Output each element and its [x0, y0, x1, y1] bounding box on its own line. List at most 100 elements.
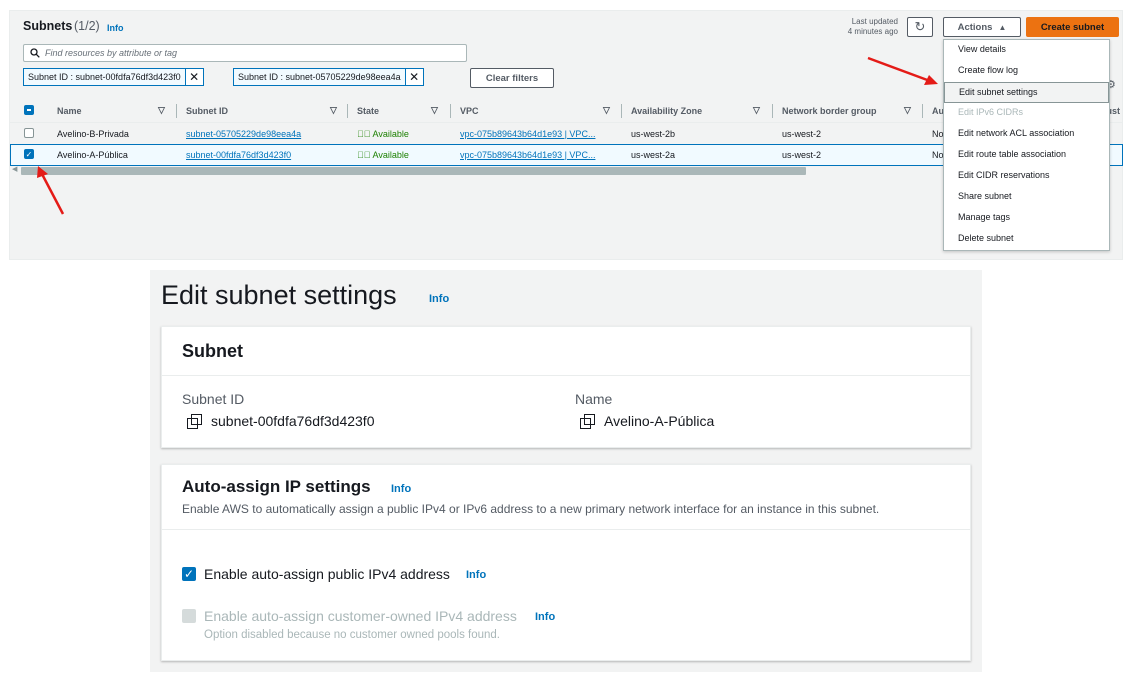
- state-label: Available: [372, 129, 409, 139]
- column-header-network-border-group[interactable]: Network border group: [782, 106, 877, 116]
- menu-item-view-details[interactable]: View details: [944, 40, 1109, 61]
- menu-item-delete-subnet[interactable]: Delete subnet: [944, 229, 1109, 250]
- column-divider: [621, 104, 622, 118]
- clear-filters-button[interactable]: Clear filters: [470, 68, 554, 88]
- menu-item-edit-network-acl[interactable]: Edit network ACL association: [944, 124, 1109, 145]
- menu-item-edit-cidr-reservations[interactable]: Edit CIDR reservations: [944, 166, 1109, 187]
- sort-icon[interactable]: ▽: [904, 105, 911, 116]
- column-header-az[interactable]: Availability Zone: [631, 106, 702, 116]
- column-header-vpc[interactable]: VPC: [460, 106, 479, 116]
- cell-auto-assign: No: [932, 150, 944, 160]
- cell-state: ✓⃝ Available: [357, 129, 409, 139]
- cell-network-border-group: us-west-2: [782, 129, 822, 139]
- edit-subnet-settings-panel: Edit subnet settings Info Subnet Subnet …: [150, 270, 982, 672]
- customer-ipv4-label: Enable auto-assign customer-owned IPv4 a…: [204, 608, 517, 624]
- sort-icon[interactable]: ▽: [603, 105, 610, 116]
- menu-item-edit-subnet-settings[interactable]: Edit subnet settings: [944, 82, 1109, 103]
- public-ipv4-label[interactable]: Enable auto-assign public IPv4 address: [204, 566, 450, 582]
- sort-icon[interactable]: ▽: [158, 105, 165, 116]
- column-header-name[interactable]: Name: [57, 106, 82, 116]
- cell-name: Avelino-A-Pública: [57, 150, 128, 160]
- create-subnet-button[interactable]: Create subnet: [1026, 17, 1119, 37]
- search-input[interactable]: Find resources by attribute or tag: [23, 44, 467, 62]
- column-header-subnet-id[interactable]: Subnet ID: [186, 106, 228, 116]
- menu-item-manage-tags[interactable]: Manage tags: [944, 208, 1109, 229]
- annotation-arrow-checkbox: [37, 166, 65, 215]
- copy-icon[interactable]: [580, 414, 595, 429]
- public-ipv4-info-link[interactable]: Info: [466, 569, 486, 581]
- cell-subnet-id-link[interactable]: subnet-00fdfa76df3d423f0: [186, 150, 291, 160]
- name-text: Avelino-A-Pública: [604, 413, 715, 429]
- cell-vpc-link[interactable]: vpc-075b89643b64d1e93 | VPC...: [460, 129, 595, 139]
- sort-icon[interactable]: ▽: [330, 105, 337, 116]
- last-updated-label: Last updated: [851, 17, 898, 26]
- subnet-id-text: subnet-00fdfa76df3d423f0: [211, 413, 375, 429]
- check-circle-icon: ✓⃝: [357, 150, 371, 160]
- cell-state: ✓⃝ Available: [357, 150, 409, 160]
- subnet-card-title: Subnet: [162, 327, 970, 376]
- subnets-title: Subnets: [23, 19, 73, 33]
- menu-item-edit-ipv6-cidrs: Edit IPv6 CIDRs: [958, 107, 1024, 117]
- public-ipv4-checkbox[interactable]: ✓: [182, 567, 196, 581]
- row-checkbox[interactable]: [24, 128, 34, 138]
- menu-item-create-flow-log[interactable]: Create flow log: [944, 61, 1109, 82]
- actions-button[interactable]: Actions ▲: [943, 17, 1021, 37]
- cell-vpc-link[interactable]: vpc-075b89643b64d1e93 | VPC...: [460, 150, 595, 160]
- remove-filter-icon[interactable]: ✕: [404, 69, 423, 85]
- cell-subnet-id-link[interactable]: subnet-05705229de98eea4a: [186, 129, 301, 139]
- menu-item-edit-route-table[interactable]: Edit route table association: [944, 145, 1109, 166]
- refresh-button[interactable]: ↻: [907, 17, 933, 37]
- auto-assign-description: Enable AWS to automatically assign a pub…: [182, 502, 880, 516]
- copy-icon[interactable]: [187, 414, 202, 429]
- page-title: Edit subnet settings: [161, 280, 397, 310]
- subnets-info-link[interactable]: Info: [107, 23, 124, 33]
- cell-name: Avelino-B-Privada: [57, 129, 129, 139]
- state-label: Available: [372, 150, 409, 160]
- menu-item-share-subnet[interactable]: Share subnet: [944, 187, 1109, 208]
- column-header-state[interactable]: State: [357, 106, 379, 116]
- row-checkbox-checked[interactable]: ✓: [24, 149, 34, 159]
- customer-ipv4-note: Option disabled because no customer owne…: [204, 629, 501, 641]
- auto-assign-info-link[interactable]: Info: [391, 483, 411, 495]
- actions-menu: View details Create flow log Edit subnet…: [943, 39, 1110, 251]
- refresh-icon: ↻: [914, 19, 926, 34]
- column-divider: [922, 104, 923, 118]
- annotation-arrow-menu: [867, 56, 938, 85]
- filter-token-label: Subnet ID : subnet-00fdfa76df3d423f0: [28, 72, 181, 82]
- customer-ipv4-checkbox: [182, 609, 196, 623]
- remove-filter-icon[interactable]: ✕: [184, 69, 203, 85]
- filter-token-label: Subnet ID : subnet-05705229de98eea4a: [238, 72, 401, 82]
- cell-network-border-group: us-west-2: [782, 150, 822, 160]
- name-value: Avelino-A-Pública: [580, 413, 714, 429]
- column-divider: [176, 104, 177, 118]
- auto-assign-title: Auto-assign IP settings: [182, 477, 371, 496]
- sort-icon[interactable]: ▽: [753, 105, 760, 116]
- customer-ipv4-info-link[interactable]: Info: [535, 611, 555, 623]
- scroll-left-icon[interactable]: ◀: [12, 165, 17, 173]
- column-divider: [450, 104, 451, 118]
- cell-az: us-west-2b: [631, 129, 676, 139]
- subnet-id-value: subnet-00fdfa76df3d423f0: [187, 413, 374, 429]
- filter-token-2: Subnet ID : subnet-05705229de98eea4a ✕: [233, 68, 424, 86]
- select-all-checkbox[interactable]: [24, 105, 34, 115]
- check-circle-icon: ✓⃝: [357, 129, 371, 139]
- sort-icon[interactable]: ▽: [431, 105, 438, 116]
- filter-token-1: Subnet ID : subnet-00fdfa76df3d423f0 ✕: [23, 68, 204, 86]
- subnet-id-label: Subnet ID: [182, 391, 245, 407]
- divider: [162, 529, 970, 530]
- search-icon: [30, 48, 40, 58]
- auto-assign-card: Auto-assign IP settings Info Enable AWS …: [161, 464, 971, 661]
- horizontal-scrollbar[interactable]: [21, 167, 806, 175]
- search-placeholder: Find resources by attribute or tag: [45, 48, 178, 58]
- last-updated-time: 4 minutes ago: [847, 27, 898, 36]
- page-info-link[interactable]: Info: [429, 293, 449, 305]
- actions-label: Actions: [957, 21, 993, 33]
- last-updated: Last updated 4 minutes ago: [830, 17, 898, 37]
- caret-up-icon: ▲: [998, 22, 1007, 32]
- column-divider: [347, 104, 348, 118]
- cell-auto-assign: No: [932, 129, 944, 139]
- subnets-count: (1/2): [74, 19, 100, 33]
- name-label: Name: [575, 391, 613, 407]
- subnet-card: Subnet Subnet ID subnet-00fdfa76df3d423f…: [161, 326, 971, 448]
- cell-az: us-west-2a: [631, 150, 676, 160]
